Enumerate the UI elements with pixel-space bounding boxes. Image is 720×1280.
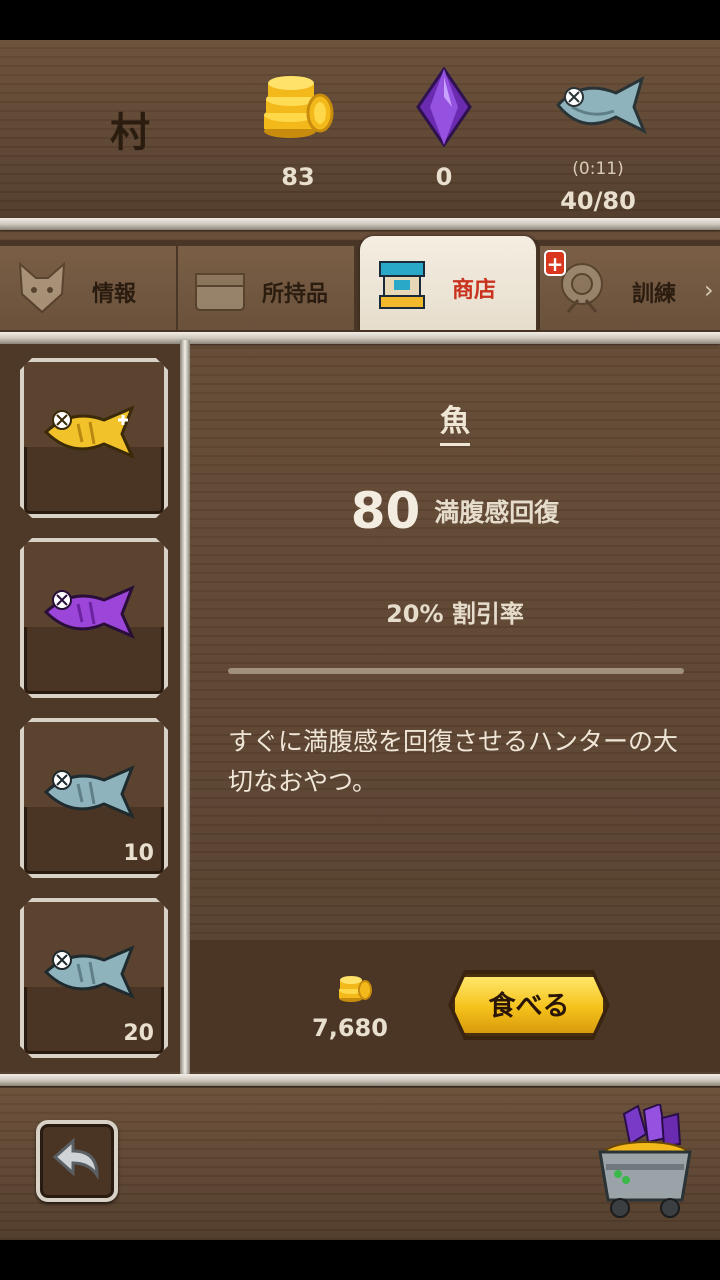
- item-gold-fish[interactable]: [20, 358, 168, 518]
- blue-fish-icon: [42, 762, 138, 822]
- fish-stamina-icon: [556, 75, 647, 135]
- footer-rail: [0, 1074, 720, 1086]
- tab-shop-label: 商店: [452, 278, 497, 303]
- cat-icon: [18, 261, 66, 314]
- tab-bar: 情報 所持品 商店 訓練: [0, 236, 720, 332]
- chest-icon: [195, 273, 245, 311]
- tab-inventory-label: 所持品: [262, 282, 329, 307]
- item-count: 20: [123, 1021, 154, 1046]
- list-divider-rail: [180, 340, 190, 1076]
- gem-mine-cart-icon[interactable]: [594, 1104, 694, 1224]
- item-effect: 80 満腹感回復: [190, 482, 720, 540]
- gem-value: 0: [435, 163, 453, 191]
- item-list: 10 20: [0, 344, 180, 1072]
- stamina-value: 40/80: [560, 187, 636, 215]
- tab-training-label: 訓練: [632, 282, 677, 307]
- tab-info[interactable]: 情報: [0, 246, 178, 330]
- chevron-right-icon[interactable]: ›: [704, 276, 714, 304]
- footer-bar: [0, 1088, 720, 1240]
- item-title: 魚: [190, 396, 720, 446]
- back-arrow-icon: [52, 1137, 99, 1180]
- item-title-text: 魚: [440, 404, 470, 446]
- shop-icon: [379, 261, 425, 309]
- effect-label: 満腹感回復: [434, 498, 560, 527]
- item-blue-fish-20[interactable]: 20: [20, 898, 168, 1058]
- item-detail-panel: 魚 80 満腹感回復 20% 割引率 すぐに満腹感を回復させるハンターの大切なおや…: [190, 344, 720, 944]
- item-purple-fish[interactable]: [20, 538, 168, 698]
- gold-fish-icon: [42, 402, 138, 462]
- tab-inventory[interactable]: 所持品: [178, 246, 356, 330]
- divider: [228, 668, 684, 674]
- training-badge: +: [544, 250, 566, 276]
- discount-rate: 20% 割引率: [386, 600, 524, 628]
- purple-fish-icon: [42, 582, 138, 642]
- item-blue-fish-10[interactable]: 10: [20, 718, 168, 878]
- item-count: 10: [123, 841, 154, 866]
- gold-coins-icon: [264, 76, 334, 138]
- eat-button[interactable]: 食べる: [452, 974, 606, 1036]
- gold-coins-icon: [339, 976, 372, 1002]
- purple-gem-icon: [416, 67, 472, 147]
- price-value: 7,680: [312, 1014, 388, 1042]
- tabs-rail: [0, 332, 720, 344]
- tab-info-label: 情報: [92, 282, 137, 307]
- back-button[interactable]: [36, 1120, 118, 1202]
- header-bar: 村 83 0 (0:11) 40/80: [0, 40, 720, 220]
- purchase-bar: 7,680 食べる: [190, 940, 720, 1072]
- item-description: すぐに満腹感を回復させるハンターの大切なおやつ。: [228, 727, 679, 796]
- shop-screen: 村 83 0 (0:11) 40/80 情報 所持品 商店 訓練 + › 10 …: [0, 40, 720, 1240]
- gold-value: 83: [281, 163, 315, 191]
- effect-amount: 80: [350, 482, 421, 540]
- tab-shop[interactable]: 商店: [360, 236, 538, 330]
- location-title: 村: [110, 110, 150, 156]
- header-rail: [0, 218, 720, 230]
- tab-training[interactable]: 訓練: [540, 246, 720, 330]
- blue-fish-icon: [42, 942, 138, 1002]
- stamina-timer: (0:11): [572, 159, 624, 179]
